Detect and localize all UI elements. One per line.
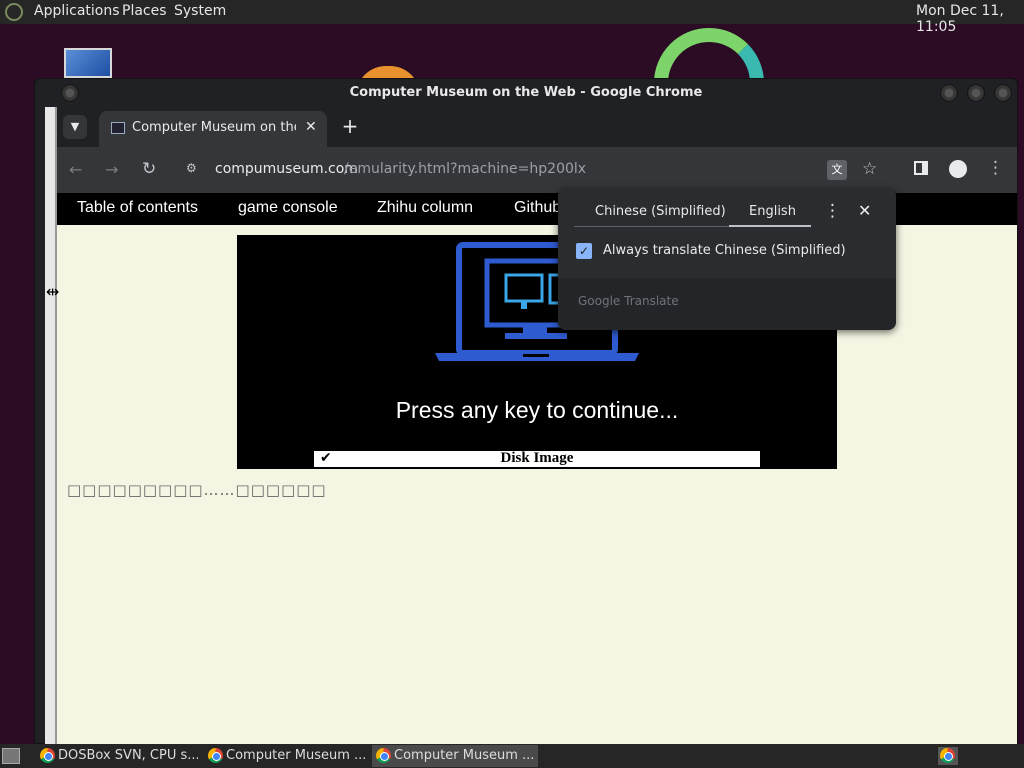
- always-translate-label[interactable]: Always translate Chinese (Simplified): [603, 243, 846, 258]
- active-tab-underline: [729, 225, 811, 227]
- disk-image-bar: ✔ Disk Image: [314, 450, 760, 467]
- menu-places[interactable]: Places: [122, 3, 167, 19]
- close-icon[interactable]: ✕: [305, 119, 317, 135]
- google-translate-logo: Google Translate: [578, 294, 679, 308]
- side-panel-icon[interactable]: [914, 161, 928, 175]
- omnibox[interactable]: ⚙ compumuseum.com /emularity.html?machin…: [181, 153, 851, 187]
- chrome-icon: [40, 748, 55, 763]
- menu-system[interactable]: System: [174, 3, 226, 19]
- star-icon[interactable]: ☆: [862, 159, 877, 179]
- maximize-button[interactable]: [967, 84, 985, 102]
- window-title: Computer Museum on the Web - Google Chro…: [349, 85, 703, 100]
- mouse-cursor-icon: ⇹: [46, 282, 60, 301]
- tab-title: Computer Museum on the W: [132, 120, 296, 135]
- more-options-icon[interactable]: ⋮: [824, 201, 841, 221]
- clock[interactable]: Mon Dec 11, 11:05: [916, 3, 1024, 35]
- tab-strip: ▼ Computer Museum on the W ✕ +: [57, 107, 1017, 147]
- nav-github[interactable]: Github: [514, 199, 561, 217]
- taskbar: DOSBox SVN, CPU s... Computer Museum ...…: [0, 744, 1024, 768]
- dropdown-icon: ▼: [70, 120, 80, 133]
- chrome-window: Computer Museum on the Web - Google Chro…: [34, 78, 1018, 745]
- window-menu-button[interactable]: [61, 84, 79, 102]
- top-panel: Applications Places System Mon Dec 11, 1…: [0, 0, 1024, 35]
- url-domain: compumuseum.com: [215, 161, 358, 177]
- url-path: /emularity.html?machine=hp200lx: [344, 161, 587, 177]
- chrome-icon: [208, 748, 223, 763]
- show-desktop-icon[interactable]: [2, 748, 20, 764]
- browser-toolbar: ← → ↻ ⚙ compumuseum.com /emularity.html?…: [57, 147, 1017, 193]
- chrome-icon: [940, 748, 955, 763]
- site-info-icon[interactable]: ⚙: [186, 161, 197, 175]
- new-tab-button[interactable]: +: [338, 115, 362, 139]
- target-language-tab[interactable]: English: [749, 204, 796, 219]
- nav-zhihu-column[interactable]: Zhihu column: [377, 199, 473, 217]
- forward-icon[interactable]: →: [105, 160, 118, 179]
- taskbar-item-active[interactable]: Computer Museum ...: [372, 745, 538, 767]
- minimize-button[interactable]: [940, 84, 958, 102]
- emulator-message: Press any key to continue...: [395, 397, 679, 423]
- taskbar-item[interactable]: Computer Museum ...: [204, 745, 366, 767]
- translate-popup: Chinese (Simplified) English ⋮ ✕ ✓ Alway…: [558, 188, 896, 330]
- taskbar-item-label: Computer Museum ...: [394, 748, 535, 763]
- desktop-monitor-icon[interactable]: [64, 48, 112, 78]
- tab-search-button[interactable]: ▼: [63, 115, 87, 139]
- favicon: [111, 122, 125, 134]
- menu-applications[interactable]: Applications: [34, 3, 120, 19]
- source-language-tab[interactable]: Chinese (Simplified): [595, 204, 726, 219]
- nav-game-console[interactable]: game console: [238, 199, 338, 217]
- plus-icon: +: [341, 114, 359, 138]
- taskbar-item[interactable]: DOSBox SVN, CPU s...: [36, 745, 198, 767]
- nav-table-of-contents[interactable]: Table of contents: [77, 199, 198, 217]
- gnome-foot-icon[interactable]: [5, 3, 23, 21]
- taskbar-item-label: DOSBox SVN, CPU s...: [58, 748, 198, 763]
- window-titlebar[interactable]: Computer Museum on the Web - Google Chro…: [35, 79, 1017, 107]
- window-left-border: [45, 107, 57, 745]
- disk-image-label: Disk Image: [500, 450, 574, 466]
- close-window-button[interactable]: [994, 84, 1012, 102]
- close-popup-icon[interactable]: ✕: [858, 201, 871, 220]
- back-icon[interactable]: ←: [69, 160, 82, 179]
- taskbar-item-label: Computer Museum ...: [226, 748, 366, 763]
- workspace-switcher[interactable]: [938, 747, 958, 765]
- profile-icon[interactable]: [949, 160, 967, 178]
- translate-icon[interactable]: 文: [827, 160, 847, 180]
- reload-icon[interactable]: ↻: [142, 159, 156, 179]
- page-body-text: □□□□□□□□□……□□□□□□: [67, 481, 327, 499]
- tab-computer-museum[interactable]: Computer Museum on the W ✕: [99, 111, 327, 147]
- chrome-icon: [376, 748, 391, 763]
- always-translate-checkbox[interactable]: ✓: [576, 243, 592, 259]
- menu-icon[interactable]: ⋮: [987, 158, 1004, 178]
